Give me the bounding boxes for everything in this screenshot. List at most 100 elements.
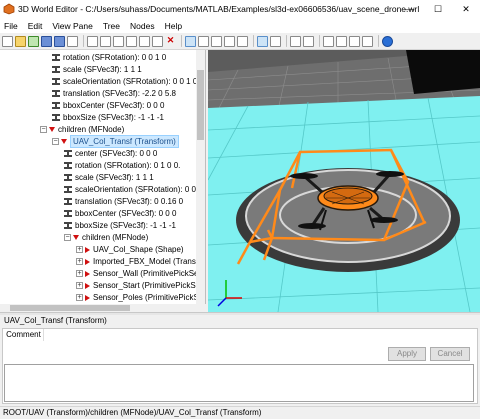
expander-icon[interactable]: +: [76, 282, 83, 289]
reload-icon[interactable]: [28, 35, 39, 47]
help-icon[interactable]: [382, 35, 393, 47]
minimize-button[interactable]: —: [396, 0, 424, 18]
expander-icon[interactable]: −: [52, 138, 59, 145]
tree-node[interactable]: scaleOrientation (SFRotation): 0 0 1 0: [52, 76, 197, 87]
expander-icon[interactable]: +: [76, 294, 83, 301]
expander-icon[interactable]: −: [40, 126, 47, 133]
tree-node-label: scaleOrientation (SFRotation): 0 0 1 0: [63, 77, 198, 86]
copy-icon[interactable]: [126, 35, 137, 47]
expander-icon[interactable]: +: [76, 246, 83, 253]
tree-node-label: rotation (SFRotation): 0 1 0 0.: [75, 161, 181, 170]
viewpoints-icon[interactable]: [290, 35, 301, 47]
tree-node[interactable]: + Sensor_Start (PrimitivePickSensor): [76, 280, 205, 291]
menu-view-pane[interactable]: View Pane: [52, 21, 92, 31]
node-type-icon: [49, 127, 55, 132]
select-pointer-icon[interactable]: [270, 35, 281, 47]
close-button[interactable]: ✕: [452, 0, 480, 18]
apply-button[interactable]: Apply: [388, 347, 426, 361]
redo-icon[interactable]: [100, 35, 111, 47]
expander-icon[interactable]: +: [76, 270, 83, 277]
delete-icon[interactable]: ✕: [165, 35, 176, 47]
menu-file[interactable]: File: [4, 21, 18, 31]
open-icon[interactable]: [15, 35, 26, 47]
horizontal-splitter[interactable]: [0, 312, 480, 315]
tree-node[interactable]: − UAV_Col_Transf (Transform): [52, 135, 179, 148]
paste-special-icon[interactable]: [152, 35, 163, 47]
node-type-icon: [85, 258, 90, 265]
comment-textarea[interactable]: [4, 364, 474, 402]
tree-node-label: scale (SFVec3f): 1 1 1: [75, 173, 154, 182]
selected-node-label: UAV_Col_Transf (Transform): [4, 316, 107, 325]
toolbar-separator: [253, 35, 254, 47]
tree-node[interactable]: rotation (SFRotation): 0 1 0 0.: [64, 160, 180, 171]
field-icon: [64, 210, 72, 217]
tree-node-label: UAV_Col_Shape (Shape): [93, 245, 184, 254]
save-as-icon[interactable]: [54, 35, 65, 47]
tree-node[interactable]: − children (MFNode): [64, 232, 148, 243]
layout-tree-only-icon[interactable]: [224, 35, 235, 47]
field-icon: [64, 222, 72, 229]
field-icon: [52, 78, 60, 85]
tree-node[interactable]: + Sensor_Wall (PrimitivePickSensor): [76, 268, 205, 279]
toolbar-separator: [181, 35, 182, 47]
tree-node[interactable]: scaleOrientation (SFRotation): 0 0 1 0: [64, 184, 205, 195]
menu-help[interactable]: Help: [165, 21, 182, 31]
menu-tree[interactable]: Tree: [103, 21, 120, 31]
3d-scene[interactable]: [208, 50, 480, 312]
menu-nodes[interactable]: Nodes: [130, 21, 155, 31]
field-icon: [52, 102, 60, 109]
tab-comment[interactable]: Comment: [4, 329, 44, 341]
cut-icon[interactable]: [113, 35, 124, 47]
straighten-icon[interactable]: [303, 35, 314, 47]
field-icon: [52, 66, 60, 73]
scene-tree[interactable]: rotation (SFRotation): 0 0 1 0 scale (SFV…: [0, 50, 206, 312]
cancel-button[interactable]: Cancel: [430, 347, 470, 361]
zoom-extents-icon[interactable]: [349, 35, 360, 47]
tree-horizontal-scrollbar[interactable]: [0, 304, 206, 312]
layout-vertical-icon[interactable]: [211, 35, 222, 47]
tree-node[interactable]: translation (SFVec3f): 0 0.16 0: [64, 196, 183, 207]
expander-icon[interactable]: +: [76, 258, 83, 265]
field-icon: [64, 198, 72, 205]
undo-icon[interactable]: [87, 35, 98, 47]
zoom-out-icon[interactable]: [336, 35, 347, 47]
scrollbar-thumb[interactable]: [10, 305, 130, 311]
tree-node-label: children (MFNode): [82, 233, 149, 242]
tree-node[interactable]: bboxCenter (SFVec3f): 0 0 0: [52, 100, 164, 111]
tree-node-label: bboxCenter (SFVec3f): 0 0 0: [63, 101, 165, 110]
navigate-icon[interactable]: [257, 35, 268, 47]
toolbar-separator: [319, 35, 320, 47]
3d-viewer[interactable]: [208, 50, 480, 312]
tree-node[interactable]: − children (MFNode): [40, 124, 124, 135]
tree-node[interactable]: + Sensor_Poles (PrimitivePickSensor): [76, 292, 205, 303]
save-icon[interactable]: [41, 35, 52, 47]
tree-node[interactable]: center (SFVec3f): 0 0 0: [64, 148, 157, 159]
toolbar-separator: [83, 35, 84, 47]
tree-vertical-scrollbar[interactable]: [196, 50, 205, 312]
new-icon[interactable]: [2, 35, 13, 47]
tree-node[interactable]: bboxSize (SFVec3f): -1 -1 -1: [52, 112, 164, 123]
tree-node[interactable]: scale (SFVec3f): 1 1 1: [52, 64, 142, 75]
layout-view-only-icon[interactable]: [237, 35, 248, 47]
expander-icon[interactable]: −: [64, 234, 71, 241]
tree-node[interactable]: + UAV_Col_Shape (Shape): [76, 244, 184, 255]
status-bar: ROOT/UAV (Transform)/children (MFNode)/U…: [0, 406, 480, 418]
tree-node-label: bboxCenter (SFVec3f): 0 0 0: [75, 209, 177, 218]
scrollbar-thumb[interactable]: [197, 70, 204, 140]
menu-edit[interactable]: Edit: [28, 21, 43, 31]
tree-node[interactable]: bboxCenter (SFVec3f): 0 0 0: [64, 208, 176, 219]
field-icon: [52, 54, 60, 61]
zoom-in-icon[interactable]: [323, 35, 334, 47]
layout-horizontal-icon[interactable]: [198, 35, 209, 47]
tree-node[interactable]: bboxSize (SFVec3f): -1 -1 -1: [64, 220, 176, 231]
maximize-button[interactable]: ☐: [424, 0, 452, 18]
print-icon[interactable]: [67, 35, 78, 47]
layout-tree-view-icon[interactable]: [185, 35, 196, 47]
tree-node[interactable]: scale (SFVec3f): 1 1 1: [64, 172, 154, 183]
tree-node[interactable]: + Imported_FBX_Model (Transform): [76, 256, 205, 267]
field-icon: [64, 186, 72, 193]
paste-icon[interactable]: [139, 35, 150, 47]
zoom-normal-icon[interactable]: [362, 35, 373, 47]
tree-node[interactable]: translation (SFVec3f): -2.2 0 5.8: [52, 88, 176, 99]
tree-node[interactable]: rotation (SFRotation): 0 0 1 0: [52, 52, 166, 63]
